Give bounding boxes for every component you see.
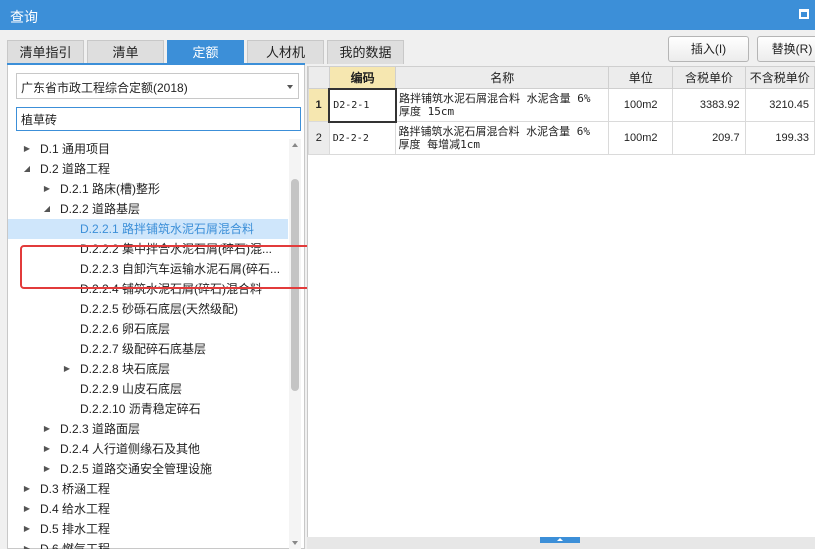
tree-node[interactable]: ▶ D.2.4 人行道侧缘石及其他	[8, 439, 288, 459]
tree-node[interactable]: ▶ D.2.3 道路面层	[8, 419, 288, 439]
cell-price-tax[interactable]: 209.7	[672, 121, 746, 155]
tree-node-label: D.2.4 人行道侧缘石及其他	[60, 442, 201, 456]
tree-node-label: D.2.2.9 山皮石底层	[80, 382, 183, 396]
tree-node[interactable]: ▶ D.5 排水工程	[8, 519, 288, 539]
triangle-right-icon[interactable]: ▶	[62, 359, 72, 379]
table-row[interactable]: 2 D2-2-2 路拌铺筑水泥石屑混合料 水泥含量 6% 厚度 每增减1cm 1…	[308, 121, 815, 155]
quota-table: 编码 名称 单位 含税单价 不含税单价 1 D2-2-1 路拌铺筑水泥石屑混合料…	[308, 66, 815, 155]
tree-node[interactable]: ▶ D.6 燃气工程	[8, 539, 288, 549]
replace-button[interactable]: 替换(R)	[757, 36, 815, 62]
cell-unit[interactable]: 100m2	[608, 88, 674, 122]
row-number-header	[308, 66, 330, 89]
cell-price-tax[interactable]: 3383.92	[672, 88, 746, 122]
cell-unit[interactable]: 100m2	[608, 121, 674, 155]
tree-node-label: D.2.2 道路基层	[60, 202, 141, 216]
tree-node[interactable]: ◢ D.2.2 道路基层	[8, 199, 288, 219]
triangle-down-icon[interactable]: ◢	[22, 159, 32, 179]
triangle-right-icon[interactable]: ▶	[22, 479, 32, 499]
triangle-right-icon[interactable]: ▶	[42, 459, 52, 479]
quota-library-panel: 广东省市政工程综合定额(2018) ▶ D.1 通用项目 ◢ D.2 道路工程 ▶ D.2…	[7, 65, 305, 549]
tree-node[interactable]: ▶ D.2.1 路床(槽)整形	[8, 179, 288, 199]
tree-node-label: D.5 排水工程	[40, 522, 111, 536]
table-row[interactable]: 1 D2-2-1 路拌铺筑水泥石屑混合料 水泥含量 6% 厚度 15cm 100…	[308, 87, 815, 123]
search-input[interactable]	[16, 107, 301, 131]
tree-node-label: D.2.2.8 块石底层	[80, 362, 171, 376]
splitter-grip-icon[interactable]	[540, 537, 580, 543]
tab-my-data[interactable]: 我的数据	[327, 40, 404, 64]
tree-scrollbar[interactable]	[289, 139, 301, 549]
triangle-right-icon[interactable]: ▶	[22, 519, 32, 539]
tree-node-label: D.2.2.6 卵石底层	[80, 322, 171, 336]
panel-splitter[interactable]	[307, 537, 815, 549]
tree-node[interactable]: ◢ D.2 道路工程	[8, 159, 288, 179]
maximize-icon[interactable]	[799, 9, 809, 19]
tab-quota[interactable]: 定额	[167, 40, 244, 64]
cell-price-notax[interactable]: 3210.45	[744, 88, 815, 122]
row-number: 1	[308, 88, 330, 122]
tab-bill[interactable]: 清单	[87, 40, 164, 64]
tree-node[interactable]: ▶ D.3 桥涵工程	[8, 479, 288, 499]
column-header-price-notax[interactable]: 不含税单价	[744, 66, 815, 89]
library-select[interactable]: 广东省市政工程综合定额(2018)	[16, 73, 299, 99]
quota-tree: ▶ D.1 通用项目 ◢ D.2 道路工程 ▶ D.2.1 路床(槽)整形 ◢ D.2.2 道…	[8, 139, 288, 549]
tree-node[interactable]: D.2.2.6 卵石底层	[8, 319, 288, 339]
tree-node-label: D.2.2.5 砂砾石底层(天然级配)	[80, 302, 239, 316]
tree-node[interactable]: ▶ D.1 通用项目	[8, 139, 288, 159]
title-bar: 查询	[0, 0, 815, 30]
cell-code[interactable]: D2-2-1	[328, 87, 397, 123]
tree-node-label: D.3 桥涵工程	[40, 482, 111, 496]
triangle-down-icon[interactable]: ◢	[42, 199, 52, 219]
tree-node-label: D.6 燃气工程	[40, 542, 111, 549]
triangle-right-icon[interactable]: ▶	[42, 179, 52, 199]
cell-price-notax[interactable]: 199.33	[744, 121, 815, 155]
tree-node[interactable]: ▶ D.2.2.8 块石底层	[8, 359, 288, 379]
tree-node-label: D.2.3 道路面层	[60, 422, 141, 436]
tree-node[interactable]: ▶ D.4 给水工程	[8, 499, 288, 519]
triangle-right-icon[interactable]: ▶	[42, 419, 52, 439]
cell-name[interactable]: 路拌铺筑水泥石屑混合料 水泥含量 6% 厚度 15cm	[395, 88, 610, 122]
tree-node-label: D.2.2.1 路拌铺筑水泥石屑混合料	[80, 222, 255, 236]
tree-node[interactable]: D.2.2.5 砂砾石底层(天然级配)	[8, 299, 288, 319]
triangle-right-icon[interactable]: ▶	[22, 539, 32, 549]
tab-labor-material-machine[interactable]: 人材机	[247, 40, 324, 64]
tree-node-label: D.2 道路工程	[40, 162, 111, 176]
scroll-down-icon[interactable]	[292, 541, 298, 545]
window-title: 查询	[10, 9, 38, 25]
column-header-code[interactable]: 编码	[328, 66, 397, 89]
row-number: 2	[308, 121, 330, 155]
library-select-value: 广东省市政工程综合定额(2018)	[21, 81, 188, 95]
tree-node-label: D.1 通用项目	[40, 142, 111, 156]
triangle-right-icon[interactable]: ▶	[22, 139, 32, 159]
column-header-price-tax[interactable]: 含税单价	[672, 66, 746, 89]
tree-node-label: D.2.2.7 级配碎石底基层	[80, 342, 207, 356]
cell-code[interactable]: D2-2-2	[328, 121, 397, 155]
tab-bill-guide[interactable]: 清单指引	[7, 40, 84, 64]
column-header-unit[interactable]: 单位	[608, 66, 674, 89]
triangle-right-icon[interactable]: ▶	[42, 439, 52, 459]
scroll-up-icon[interactable]	[292, 143, 298, 147]
tree-node-label: D.2.2.10 沥青稳定碎石	[80, 402, 201, 416]
tree-node[interactable]: D.2.2.7 级配碎石底基层	[8, 339, 288, 359]
tree-node[interactable]: D.2.2.10 沥青稳定碎石	[8, 399, 288, 419]
dialog-body: 清单指引 清单 定额 人材机 我的数据 插入(I) 替换(R) 广东省市政工程综…	[0, 30, 815, 549]
annotation-highlight-box	[20, 245, 323, 289]
tree-node[interactable]: D.2.2.9 山皮石底层	[8, 379, 288, 399]
table-header-row: 编码 名称 单位 含税单价 不含税单价	[308, 66, 815, 89]
tree-node-label: D.2.5 道路交通安全管理设施	[60, 462, 213, 476]
cell-name[interactable]: 路拌铺筑水泥石屑混合料 水泥含量 6% 厚度 每增减1cm	[395, 121, 610, 155]
quota-grid: 编码 名称 单位 含税单价 不含税单价 1 D2-2-1 路拌铺筑水泥石屑混合料…	[307, 66, 815, 549]
insert-button[interactable]: 插入(I)	[668, 36, 749, 62]
tree-node-label: D.4 给水工程	[40, 502, 111, 516]
chevron-down-icon[interactable]	[287, 85, 293, 89]
triangle-right-icon[interactable]: ▶	[22, 499, 32, 519]
tree-node-label: D.2.1 路床(槽)整形	[60, 182, 161, 196]
tree-node[interactable]: ▶ D.2.5 道路交通安全管理设施	[8, 459, 288, 479]
tree-node[interactable]: D.2.2.1 路拌铺筑水泥石屑混合料	[8, 219, 288, 239]
column-header-name[interactable]: 名称	[395, 66, 610, 89]
